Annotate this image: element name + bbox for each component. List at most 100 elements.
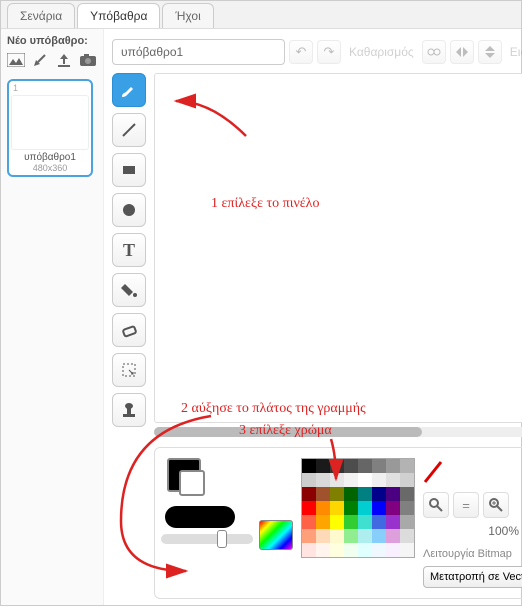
tool-column: T [112, 73, 146, 599]
color-swatch[interactable] [302, 515, 316, 529]
color-swatch[interactable] [358, 543, 372, 557]
color-swatch[interactable] [358, 529, 372, 543]
color-swatch[interactable] [330, 473, 344, 487]
horizontal-scrollbar[interactable] [154, 427, 522, 437]
color-swatch[interactable] [344, 473, 358, 487]
color-swatch[interactable] [330, 501, 344, 515]
brush-tool[interactable] [112, 73, 146, 107]
color-swatch[interactable] [316, 459, 330, 473]
color-swatch[interactable] [400, 487, 414, 501]
costume-name-input[interactable] [112, 39, 285, 65]
color-swatch[interactable] [302, 459, 316, 473]
zoom-in-button[interactable] [483, 492, 509, 518]
color-swatch[interactable] [330, 529, 344, 543]
color-swatch[interactable] [316, 487, 330, 501]
scrollbar-thumb[interactable] [154, 427, 422, 437]
camera-icon[interactable] [79, 51, 97, 69]
backdrop-thumbnail[interactable]: 1 υπόβαθρο1 480x360 [7, 79, 93, 177]
flip-v-button[interactable] [478, 40, 502, 64]
color-gradient-picker[interactable] [259, 520, 293, 550]
color-swatch[interactable] [372, 459, 386, 473]
undo-button[interactable]: ↶ [289, 40, 313, 64]
color-swatch[interactable] [372, 487, 386, 501]
color-swatch[interactable] [344, 459, 358, 473]
color-swatch[interactable] [330, 515, 344, 529]
redo-button[interactable]: ↷ [317, 40, 341, 64]
eraser-tool[interactable] [112, 313, 146, 347]
color-swatch[interactable] [316, 473, 330, 487]
color-swatch[interactable] [344, 529, 358, 543]
color-swatch[interactable] [344, 501, 358, 515]
body-row: T [112, 73, 522, 599]
color-swatch[interactable] [400, 501, 414, 515]
paint-new-icon[interactable] [31, 51, 49, 69]
eyedropper-button[interactable] [423, 492, 449, 518]
text-tool[interactable]: T [112, 233, 146, 267]
color-swatch[interactable] [302, 487, 316, 501]
color-swatch[interactable] [386, 487, 400, 501]
color-swatch[interactable] [302, 529, 316, 543]
color-swatch[interactable] [372, 515, 386, 529]
tab-backdrops[interactable]: Υπόβαθρα [77, 3, 160, 28]
no-color-indicator[interactable] [423, 458, 443, 486]
zoom-reset-button[interactable]: = [453, 492, 479, 518]
color-swatch[interactable] [302, 473, 316, 487]
add-button[interactable] [422, 40, 446, 64]
color-swatch[interactable] [400, 473, 414, 487]
color-swatch[interactable] [372, 473, 386, 487]
choose-from-library-icon[interactable] [7, 51, 25, 69]
color-swatch[interactable] [316, 543, 330, 557]
color-swatch[interactable] [372, 501, 386, 515]
line-width-slider[interactable] [161, 534, 253, 544]
color-swatch[interactable] [386, 543, 400, 557]
current-color-swatch[interactable] [167, 458, 201, 492]
color-swatch[interactable] [302, 501, 316, 515]
tabs-bar: Σενάρια Υπόβαθρα Ήχοι [1, 1, 521, 29]
color-swatch[interactable] [400, 529, 414, 543]
color-swatch[interactable] [358, 473, 372, 487]
color-swatch[interactable] [316, 501, 330, 515]
color-swatch[interactable] [344, 543, 358, 557]
tab-sounds[interactable]: Ήχοι [162, 3, 213, 28]
flip-h-button[interactable] [450, 40, 474, 64]
color-swatch[interactable] [372, 529, 386, 543]
color-swatch[interactable] [358, 487, 372, 501]
import-button[interactable]: Εισαγωγή [506, 40, 522, 64]
fill-tool[interactable] [112, 273, 146, 307]
color-swatch[interactable] [358, 501, 372, 515]
slider-thumb[interactable] [217, 530, 227, 548]
upload-icon[interactable] [55, 51, 73, 69]
drawing-canvas[interactable] [154, 73, 522, 423]
color-swatch[interactable] [400, 515, 414, 529]
tab-scenarios[interactable]: Σενάρια [7, 3, 75, 28]
color-swatch[interactable] [302, 543, 316, 557]
color-swatch[interactable] [330, 543, 344, 557]
color-swatch[interactable] [344, 487, 358, 501]
line-width-preview [165, 506, 235, 528]
line-tool[interactable] [112, 113, 146, 147]
color-swatch[interactable] [358, 515, 372, 529]
convert-to-vector-button[interactable]: Μετατροπή σε Vector [423, 566, 522, 588]
stamp-tool[interactable] [112, 393, 146, 427]
color-swatch[interactable] [344, 515, 358, 529]
mode-label: Λειτουργία Bitmap [423, 548, 512, 560]
color-swatch[interactable] [316, 515, 330, 529]
color-swatch[interactable] [386, 473, 400, 487]
color-swatch[interactable] [330, 459, 344, 473]
rectangle-tool[interactable] [112, 153, 146, 187]
select-tool[interactable] [112, 353, 146, 387]
color-swatch[interactable] [400, 459, 414, 473]
color-swatch[interactable] [400, 543, 414, 557]
color-swatch[interactable] [316, 529, 330, 543]
clear-button[interactable]: Καθαρισμός [345, 40, 418, 64]
ellipse-tool[interactable] [112, 193, 146, 227]
left-column: Νέο υπόβαθρο: 1 υπόβαθρο1 480x360 [1, 29, 104, 605]
color-swatch[interactable] [358, 459, 372, 473]
color-swatch[interactable] [372, 543, 386, 557]
color-swatch[interactable] [330, 487, 344, 501]
color-swatch[interactable] [386, 515, 400, 529]
color-swatch[interactable] [386, 501, 400, 515]
thumb-number: 1 [11, 83, 89, 93]
color-swatch[interactable] [386, 529, 400, 543]
color-swatch[interactable] [386, 459, 400, 473]
